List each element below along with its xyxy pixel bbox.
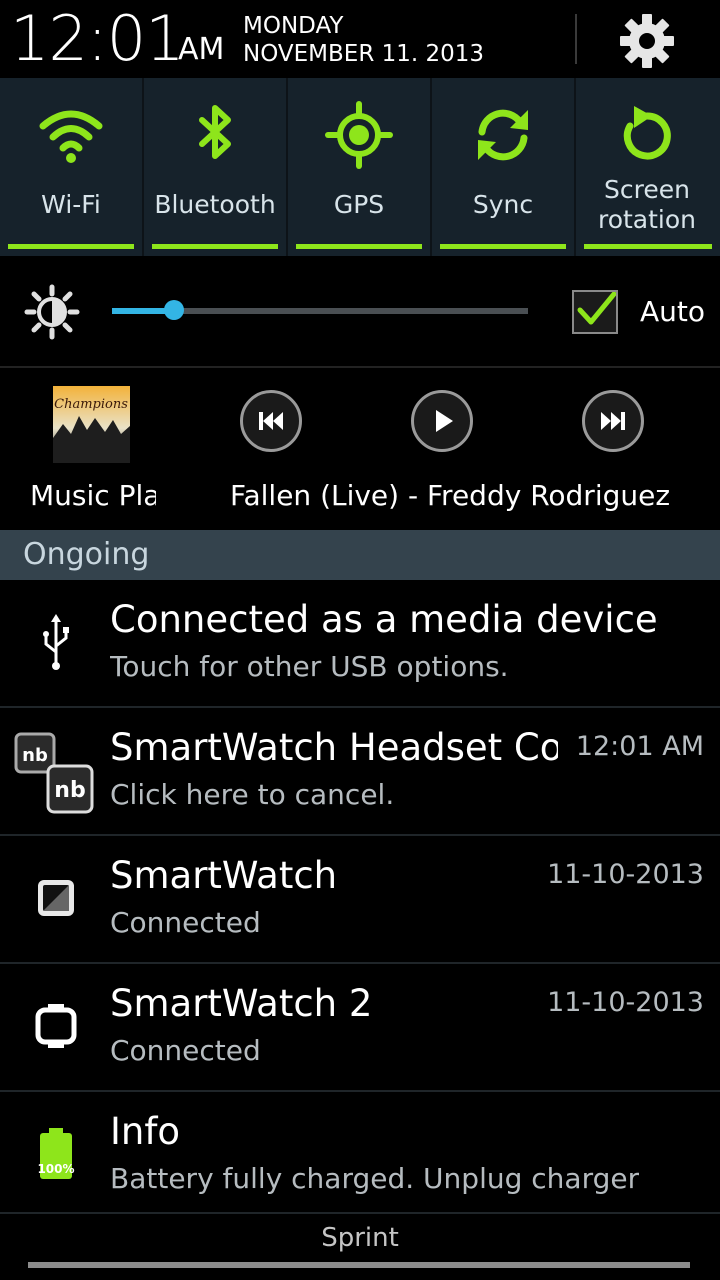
notification-smartwatch-headset[interactable]: nb nb SmartWatch Headset Con Click here … [0,708,720,834]
notification-subtitle: Connected [110,906,261,939]
toggle-label: GPS [333,190,385,219]
brightness-icon [24,284,80,340]
gps-icon [325,101,393,169]
next-track-button[interactable] [582,390,644,452]
sync-icon [478,109,528,161]
toggle-on-indicator [440,244,566,249]
toggle-on-indicator [296,244,422,249]
toggle-label: Sync [472,190,534,219]
bluetooth-icon [199,105,231,159]
wifi-icon [39,110,103,163]
notification-smartwatch-2[interactable]: SmartWatch 2 Connected 11-10-2013 [0,964,720,1090]
smartwatch2-icon [35,1004,77,1048]
ongoing-label: Ongoing [23,537,150,572]
toggle-on-indicator [584,244,712,249]
notification-usb[interactable]: Connected as a media device Touch for ot… [0,580,720,706]
album-art-text: Champions [54,397,128,412]
svg-text:nb: nb [22,745,48,766]
toggle-on-indicator [152,244,278,249]
clock-time: 12:01 [10,2,185,75]
toggle-wifi[interactable]: Wi-Fi [0,78,142,256]
brightness-slider-knob[interactable] [164,300,184,320]
play-icon [436,410,453,432]
drag-handle[interactable] [28,1262,690,1268]
gear-icon[interactable] [616,10,678,72]
previous-icon [259,412,283,430]
toggle-label: Bluetooth [154,190,276,219]
notification-title: SmartWatch Headset Con [110,726,558,769]
music-app-label: Music Player [30,479,156,512]
notification-title: SmartWatch [110,854,338,897]
play-button[interactable] [411,390,473,452]
toggle-sync[interactable]: Sync [432,78,574,256]
notification-subtitle: Connected [110,1034,261,1067]
quick-settings-panel: Wi-Fi Bluetooth GPS Sync Screen rotation [0,78,720,256]
notification-smartwatch[interactable]: SmartWatch Connected 11-10-2013 [0,836,720,962]
previous-track-button[interactable] [240,390,302,452]
toggle-bluetooth[interactable]: Bluetooth [144,78,286,256]
notification-time: 12:01 AM [575,731,704,762]
clock-ampm: AM [178,32,225,67]
header-divider [575,14,577,64]
usb-icon [43,614,69,670]
toggle-label-line2: rotation [597,205,697,234]
toggle-on-indicator [8,244,134,249]
toggle-gps[interactable]: GPS [288,78,430,256]
status-header: 12:01 AM MONDAY NOVEMBER 11. 2013 [0,0,720,78]
notification-time: 11-10-2013 [547,859,704,890]
toggle-screen-rotation[interactable]: Screen rotation [576,78,720,256]
notification-title: SmartWatch 2 [110,982,373,1025]
toggle-label-line1: Screen [604,175,690,204]
notification-subtitle: Battery fully charged. Unplug charger [110,1162,640,1195]
day-of-week: MONDAY [243,13,344,39]
notification-title: Info [110,1110,181,1153]
ongoing-section-header: Ongoing [0,530,720,580]
rotation-icon [623,106,671,160]
smartwatch-headset-icon: nb nb [14,732,94,814]
notification-subtitle: Touch for other USB options. [110,650,509,683]
toggle-label: Wi-Fi [41,190,101,219]
auto-brightness-checkbox[interactable] [572,290,618,334]
notification-subtitle: Click here to cancel. [110,778,395,811]
battery-icon: 100% [37,1128,75,1179]
notification-title: Connected as a media device [110,598,658,641]
date-label: NOVEMBER 11. 2013 [243,41,485,67]
checkmark-icon [577,291,617,325]
svg-text:nb: nb [54,778,85,803]
notification-time: 11-10-2013 [547,987,704,1018]
auto-brightness-label: Auto [640,295,706,328]
carrier-label: Sprint [321,1223,399,1253]
battery-percent: 100% [37,1162,74,1176]
song-title: Fallen (Live) - Freddy Rodriguez [229,479,671,512]
smartwatch-icon [38,880,74,916]
next-icon [601,412,625,430]
notification-battery-info[interactable]: 100% Info Battery fully charged. Unplug … [0,1092,720,1212]
album-art[interactable]: Champions [53,386,130,463]
